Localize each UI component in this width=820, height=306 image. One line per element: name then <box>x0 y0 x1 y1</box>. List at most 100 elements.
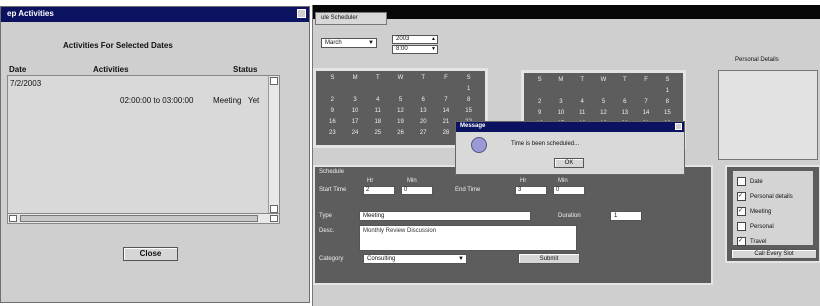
calendar-day[interactable]: 21 <box>436 119 457 125</box>
scroll-left-icon[interactable] <box>9 215 17 222</box>
row-activity: 02:00:00 to 03:00:00 <box>120 96 194 105</box>
start-hr-value: 2 <box>366 187 370 193</box>
calendar-day[interactable]: 2 <box>322 97 343 103</box>
calendar-day[interactable]: 8 <box>458 97 479 103</box>
call-every-slot-button[interactable]: Call Every Slot <box>731 249 817 259</box>
submit-button[interactable]: Submit <box>518 253 580 264</box>
calendar-day[interactable]: 26 <box>390 130 411 136</box>
calendar-weekday-header: F <box>644 77 648 83</box>
spinner-arrows-icon[interactable]: ▲ <box>431 36 436 42</box>
checklist-item[interactable]: ✓ Travel <box>737 237 809 246</box>
calendar-day[interactable]: 13 <box>615 110 634 116</box>
calendar-day[interactable]: 4 <box>573 99 592 105</box>
checkbox-icon[interactable]: ✓ <box>737 237 746 246</box>
calendar-day[interactable]: 7 <box>636 99 655 105</box>
end-min-select[interactable]: 0 <box>553 186 585 195</box>
scroll-thumb[interactable] <box>20 215 258 222</box>
calendar-day[interactable]: 15 <box>458 108 479 114</box>
year-spinner[interactable]: 2003 ▲ <box>392 35 438 44</box>
tab-scheduler[interactable]: ule Scheduler <box>315 12 387 25</box>
calendar-day[interactable]: 24 <box>345 130 366 136</box>
calendar-day[interactable]: 11 <box>367 108 388 114</box>
calendar-day[interactable]: 1 <box>458 86 479 92</box>
calendar-weekday-header: T <box>421 75 426 81</box>
calendar-day[interactable]: 6 <box>615 99 634 105</box>
calendar-day[interactable]: 23 <box>322 130 343 136</box>
calendar-day[interactable]: 2 <box>530 99 549 105</box>
checklist-item[interactable]: ✓ Personal details <box>737 192 809 201</box>
checklist-item[interactable]: Date <box>737 177 809 186</box>
spinner-arrows-icon[interactable]: ▼ <box>431 46 436 52</box>
calendar-day <box>594 88 613 94</box>
calendar-day[interactable]: 3 <box>551 99 570 105</box>
calendar-day[interactable]: 7 <box>436 97 457 103</box>
duration-input[interactable]: 1 <box>610 211 642 221</box>
calendar-day[interactable]: 9 <box>322 108 343 114</box>
calendar-day[interactable]: 13 <box>413 108 434 114</box>
desc-label: Desc. <box>319 228 335 234</box>
calendar-day[interactable]: 17 <box>345 119 366 125</box>
checkbox-icon[interactable]: ✓ <box>737 207 746 216</box>
vertical-scrollbar[interactable] <box>268 76 279 214</box>
close-button[interactable]: Close <box>123 247 178 261</box>
activities-dialog-titlebar[interactable]: ep Activities <box>1 7 309 22</box>
calendar-day[interactable]: 8 <box>658 99 677 105</box>
checkbox-icon[interactable]: ✓ <box>737 192 746 201</box>
table-row[interactable]: 02:00:00 to 03:00:00 <box>120 96 193 105</box>
calendar-day[interactable]: 10 <box>551 110 570 116</box>
table-row[interactable]: 7/2/2003 <box>10 79 41 88</box>
close-icon[interactable] <box>297 9 306 18</box>
calendar-day[interactable]: 15 <box>658 110 677 116</box>
checkbox-icon[interactable] <box>737 222 746 231</box>
calendar-day[interactable]: 28 <box>436 130 457 136</box>
scroll-down-icon[interactable] <box>270 205 278 213</box>
calendar-day[interactable]: 25 <box>367 130 388 136</box>
horizontal-scrollbar[interactable] <box>7 213 280 224</box>
scroll-right-icon[interactable] <box>270 215 278 222</box>
hour-spinner-value: 8:00 <box>396 46 408 52</box>
calendar-day[interactable]: 20 <box>413 119 434 125</box>
calendar-day[interactable]: 27 <box>413 130 434 136</box>
scroll-up-icon[interactable] <box>270 77 278 85</box>
close-icon[interactable] <box>675 123 682 130</box>
start-hr-select[interactable]: 2 <box>363 186 395 195</box>
calendar-day <box>551 88 570 94</box>
calendar-day[interactable]: 9 <box>530 110 549 116</box>
checkbox-icon[interactable] <box>737 177 746 186</box>
year-spinner-value: 2003 <box>396 36 410 42</box>
calendar-day[interactable]: 4 <box>367 97 388 103</box>
end-hr-value: 3 <box>518 187 522 193</box>
month-select[interactable]: March ▼ <box>321 38 377 48</box>
category-value: Consulting <box>367 256 396 262</box>
calendar-day[interactable]: 18 <box>367 119 388 125</box>
ok-button[interactable]: OK <box>554 158 584 168</box>
end-hr-select[interactable]: 3 <box>515 186 547 195</box>
calendar-day[interactable]: 10 <box>345 108 366 114</box>
calendar-day[interactable]: 12 <box>594 110 613 116</box>
end-time-label: End Time <box>455 187 481 193</box>
calendar-day[interactable]: 5 <box>390 97 411 103</box>
type-input[interactable]: Meeting <box>359 211 531 221</box>
tab-scheduler-label: ule Scheduler <box>321 15 358 21</box>
checklist-item[interactable]: ✓ Meeting <box>737 207 809 216</box>
calendar-weekday-header: T <box>622 77 627 83</box>
calendar-day[interactable]: 19 <box>390 119 411 125</box>
calendar-day[interactable]: 5 <box>594 99 613 105</box>
calendar-day[interactable]: 14 <box>636 110 655 116</box>
checklist-item[interactable]: Personal <box>737 222 809 231</box>
calendar-day[interactable]: 1 <box>658 88 677 94</box>
hour-spinner[interactable]: 8:00 ▼ <box>392 45 438 54</box>
category-select[interactable]: Consulting ▼ <box>363 254 467 264</box>
calendar-day[interactable]: 16 <box>322 119 343 125</box>
calendar-weekday-header: S <box>665 77 670 83</box>
calendar-day[interactable]: 12 <box>390 108 411 114</box>
desc-textarea[interactable]: Monthly Review Discussion <box>359 225 577 251</box>
calendar-day[interactable]: 11 <box>573 110 592 116</box>
message-titlebar[interactable]: Message <box>456 122 684 132</box>
activities-list[interactable]: 7/2/2003 02:00:00 to 03:00:00 Meeting Ye… <box>7 75 280 215</box>
type-label: Type <box>319 213 333 219</box>
calendar-day[interactable]: 6 <box>413 97 434 103</box>
calendar-day[interactable]: 14 <box>436 108 457 114</box>
calendar-day[interactable]: 3 <box>345 97 366 103</box>
start-min-select[interactable]: 0 <box>401 186 433 195</box>
